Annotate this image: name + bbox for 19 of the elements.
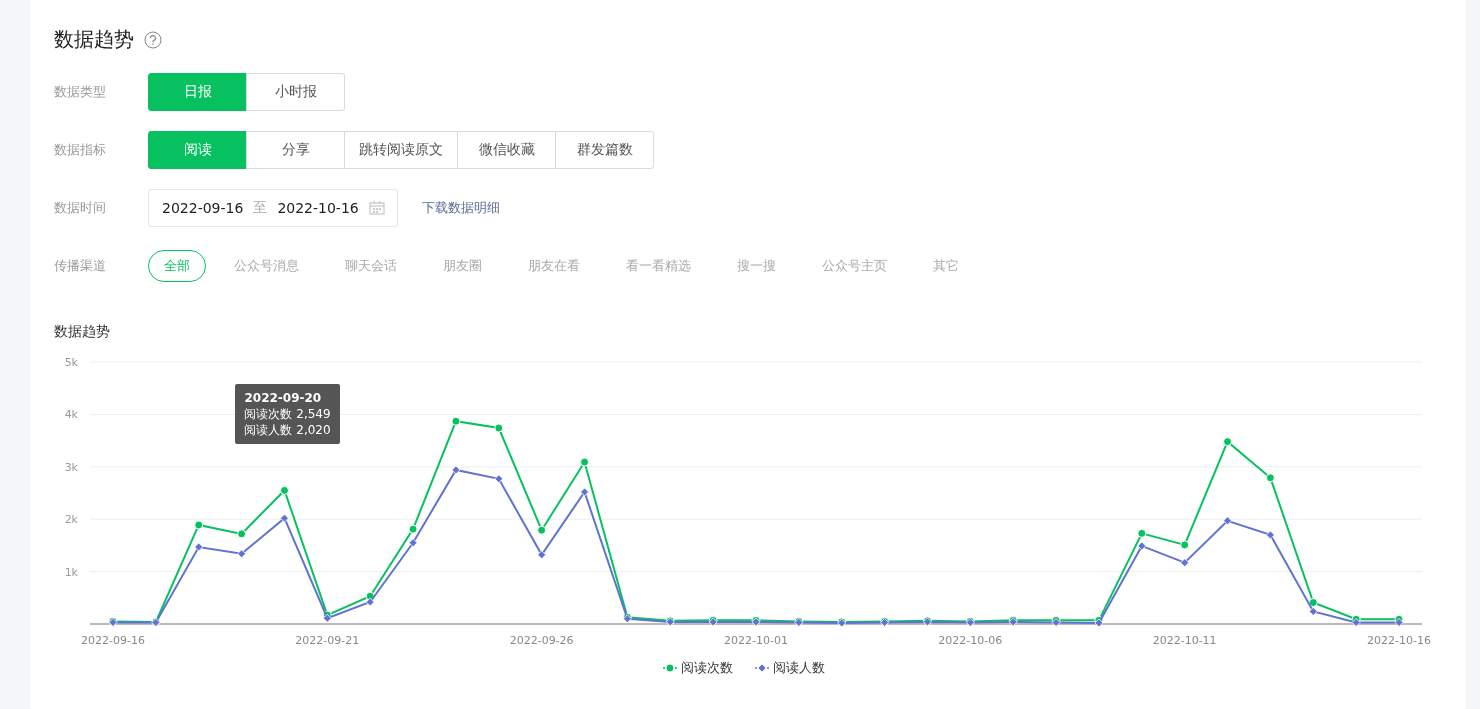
y-axis-label: 2k — [64, 513, 78, 527]
x-axis-label: 2022-10-11 — [1152, 634, 1217, 647]
y-axis-label: 1k — [64, 565, 78, 579]
chart-title: 数据趋势 — [54, 323, 111, 341]
y-axis-label: 4k — [64, 408, 78, 422]
y-axis-label: 3k — [64, 460, 78, 474]
filter-label: 数据时间 — [54, 199, 107, 217]
x-axis-label: 2022-10-16 — [1367, 634, 1431, 647]
x-axis-label: 2022-09-16 — [81, 634, 145, 647]
x-axis-label: 2022-10-06 — [938, 634, 1003, 647]
y-axis-label: 5k — [64, 356, 78, 369]
x-axis-label: 2022-09-21 — [295, 634, 360, 647]
x-axis-label: 2022-10-01 — [724, 634, 788, 647]
x-axis-label: 2022-09-26 — [509, 634, 574, 647]
filter-label: 传播渠道 — [54, 257, 107, 275]
filter-label: 数据指标 — [54, 141, 107, 159]
filter-label: 数据类型 — [54, 83, 107, 101]
page-title: 数据趋势 — [54, 26, 134, 53]
chart-tooltip: 2022-09-20 阅读次数 2,549 阅读人数 2,020 — [235, 384, 340, 445]
